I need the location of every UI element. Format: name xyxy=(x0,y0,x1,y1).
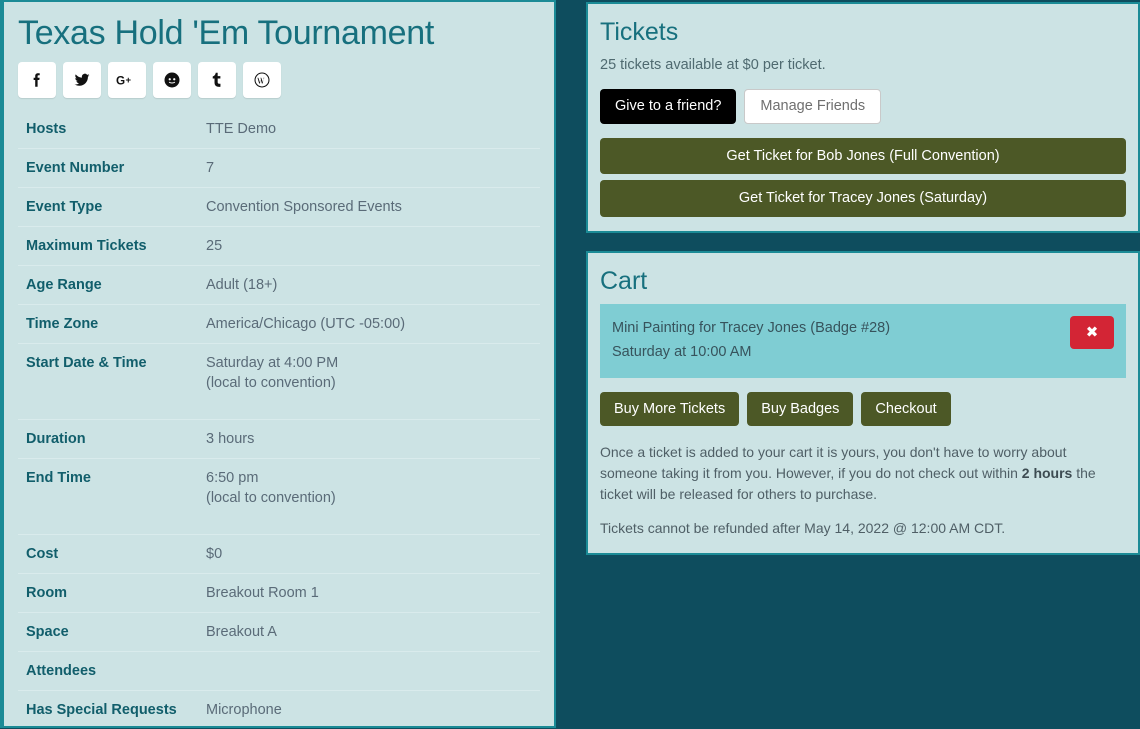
svg-text:+: + xyxy=(126,75,132,86)
table-row: Cost $0 xyxy=(18,535,540,574)
detail-value: 6:50 pm (local to convention) xyxy=(206,468,540,508)
table-row: Event Number 7 xyxy=(18,149,540,188)
detail-value: America/Chicago (UTC -05:00) xyxy=(206,316,406,332)
detail-label: Time Zone xyxy=(26,316,99,332)
detail-label: Age Range xyxy=(26,277,102,293)
table-row: Event Type Convention Sponsored Events xyxy=(18,188,540,227)
detail-label: Room xyxy=(26,585,68,601)
notice-duration: 2 hours xyxy=(1021,465,1073,481)
panel-gap xyxy=(586,233,1140,251)
cart-hold-notice: Once a ticket is added to your cart it i… xyxy=(600,442,1126,505)
detail-label: Event Number xyxy=(26,160,125,176)
detail-value: 7 xyxy=(206,160,215,176)
svg-text:G: G xyxy=(116,74,125,87)
detail-label: Attendees xyxy=(26,663,97,679)
event-column: Texas Hold 'Em Tournament G + Hosts TTE … xyxy=(0,0,556,728)
refund-notice: Tickets cannot be refunded after May 14,… xyxy=(600,520,1006,536)
detail-value: 25 xyxy=(206,238,223,254)
reddit-icon[interactable] xyxy=(153,62,191,98)
table-row: Space Breakout A xyxy=(18,613,540,652)
detail-value: Saturday at 4:00 PM (local to convention… xyxy=(206,353,540,393)
table-row: Has Special Requests Microphone xyxy=(18,691,540,729)
cart-panel: Cart Mini Painting for Tracey Jones (Bad… xyxy=(586,250,1140,555)
detail-label: Start Date & Time xyxy=(26,355,147,371)
cart-item-details: Mini Painting for Tracey Jones (Badge #2… xyxy=(612,316,890,364)
table-row: Hosts TTE Demo xyxy=(18,110,540,149)
checkout-button[interactable]: Checkout xyxy=(861,391,951,426)
manage-friends-button[interactable]: Manage Friends xyxy=(744,89,882,124)
detail-value-main: 6:50 pm xyxy=(206,470,259,486)
detail-label: Event Type xyxy=(26,199,103,215)
detail-value: Adult (18+) xyxy=(206,277,278,293)
table-row: Age Range Adult (18+) xyxy=(18,266,540,305)
detail-value: 3 hours xyxy=(206,431,255,447)
detail-value: Convention Sponsored Events xyxy=(206,199,402,215)
table-row: Duration 3 hours xyxy=(18,420,540,459)
page-title: Texas Hold 'Em Tournament xyxy=(18,14,435,52)
detail-label: Duration xyxy=(26,431,86,447)
table-row: Maximum Tickets 25 xyxy=(18,227,540,266)
detail-value-sub: (local to convention) xyxy=(206,375,336,391)
detail-value-sub: (local to convention) xyxy=(206,490,336,506)
friend-actions-row: Give to a friend? Manage Friends xyxy=(600,89,1126,124)
get-ticket-tracey-jones-button[interactable]: Get Ticket for Tracey Jones (Saturday) xyxy=(600,180,1126,217)
detail-label: Hosts xyxy=(26,121,67,137)
detail-value: Microphone xyxy=(206,702,282,718)
close-icon[interactable]: ✖ xyxy=(1070,315,1114,349)
detail-value-main: Saturday at 4:00 PM xyxy=(206,355,339,371)
detail-value: TTE Demo xyxy=(206,121,277,137)
cart-item-name: Mini Painting for Tracey Jones (Badge #2… xyxy=(612,319,891,336)
twitter-icon[interactable] xyxy=(63,62,101,98)
cart-item-time: Saturday at 10:00 AM xyxy=(612,343,752,360)
detail-label: Has Special Requests xyxy=(26,702,177,718)
cart-actions-row: Buy More Tickets Buy Badges Checkout xyxy=(600,391,1126,426)
table-row: End Time 6:50 pm (local to convention) xyxy=(18,459,540,535)
notice-text-part1: Once a ticket is added to your cart it i… xyxy=(600,444,1067,481)
wordpress-icon[interactable] xyxy=(243,62,281,98)
get-ticket-bob-jones-button[interactable]: Get Ticket for Bob Jones (Full Conventio… xyxy=(600,137,1126,174)
detail-label: Maximum Tickets xyxy=(26,238,147,254)
give-to-friend-button[interactable]: Give to a friend? xyxy=(600,89,737,124)
page-root: Texas Hold 'Em Tournament G + Hosts TTE … xyxy=(0,0,1140,728)
detail-value: $0 xyxy=(206,546,223,562)
event-details-table: Hosts TTE Demo Event Number 7 Event Type… xyxy=(18,110,540,729)
tickets-title: Tickets xyxy=(600,18,679,46)
social-share-row: G + xyxy=(18,62,540,98)
table-row: Time Zone America/Chicago (UTC -05:00) xyxy=(18,305,540,344)
buy-more-tickets-button[interactable]: Buy More Tickets xyxy=(600,391,740,426)
table-row: Room Breakout Room 1 xyxy=(18,574,540,613)
event-panel: Texas Hold 'Em Tournament G + Hosts TTE … xyxy=(0,0,556,728)
ticket-availability-text: 25 tickets available at $0 per ticket. xyxy=(600,57,826,73)
list-item: Mini Painting for Tracey Jones (Badge #2… xyxy=(600,303,1126,378)
tickets-panel: Tickets 25 tickets available at $0 per t… xyxy=(586,2,1140,233)
detail-label: End Time xyxy=(26,470,91,486)
table-row: Start Date & Time Saturday at 4:00 PM (l… xyxy=(18,344,540,420)
detail-label: Cost xyxy=(26,546,59,562)
tumblr-icon[interactable] xyxy=(198,62,236,98)
buy-badges-button[interactable]: Buy Badges xyxy=(747,391,854,426)
google-plus-icon[interactable]: G + xyxy=(108,62,146,98)
facebook-icon[interactable] xyxy=(18,62,56,98)
table-row: Attendees xyxy=(18,652,540,691)
detail-label: Space xyxy=(26,624,69,640)
detail-value: Breakout A xyxy=(206,624,277,640)
detail-value: Breakout Room 1 xyxy=(206,585,319,601)
sidebar-column: Tickets 25 tickets available at $0 per t… xyxy=(556,0,1140,728)
cart-title: Cart xyxy=(600,266,648,295)
